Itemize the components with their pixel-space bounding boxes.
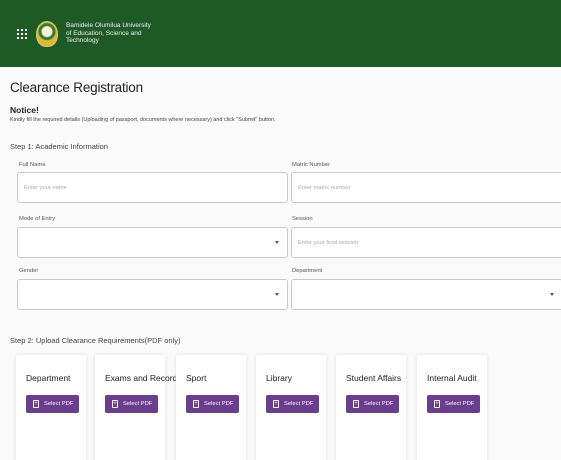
gender-label: Gender bbox=[19, 268, 39, 274]
department-select[interactable] bbox=[291, 279, 561, 310]
chevron-down-icon bbox=[550, 293, 554, 296]
department-label: Department bbox=[292, 268, 323, 274]
select-pdf-label: Select PDF bbox=[204, 401, 234, 407]
matric-number-input[interactable]: Enter matric number bbox=[291, 172, 561, 203]
mode-of-entry-label: Mode of Entry bbox=[19, 216, 56, 222]
card-title: Student Affairs bbox=[346, 373, 402, 383]
upload-card-internal-audit: Internal Audit + Select PDF bbox=[417, 355, 487, 460]
upload-card-exams-and-record: Exams and Record + Select PDF bbox=[95, 355, 177, 460]
card-title: Internal Audit bbox=[427, 373, 477, 383]
upload-card-department: Department + Select PDF bbox=[16, 355, 86, 460]
grid-menu-icon[interactable] bbox=[17, 28, 27, 39]
select-pdf-button[interactable]: + Select PDF bbox=[346, 395, 399, 413]
top-bar: Bamidele Olumilua University of Educatio… bbox=[0, 0, 561, 67]
select-pdf-button[interactable]: + Select PDF bbox=[105, 395, 158, 413]
upload-card-library: Library + Select PDF bbox=[256, 355, 326, 460]
card-title: Exams and Record bbox=[105, 373, 178, 383]
file-plus-icon: + bbox=[33, 400, 39, 408]
file-plus-icon: + bbox=[112, 400, 118, 408]
university-name: Bamidele Olumilua University of Educatio… bbox=[66, 22, 151, 45]
full-name-input[interactable]: Enter your name bbox=[17, 172, 288, 203]
card-title: Sport bbox=[186, 373, 207, 383]
matric-number-label: Matric Number bbox=[292, 162, 331, 168]
step1-title: Step 1: Academic Information bbox=[10, 142, 108, 151]
file-plus-icon: + bbox=[193, 400, 199, 408]
select-pdf-label: Select PDF bbox=[364, 401, 394, 407]
select-pdf-button[interactable]: + Select PDF bbox=[26, 395, 79, 413]
session-label: Session bbox=[292, 216, 313, 222]
university-name-line: of Education, Science and bbox=[66, 29, 142, 37]
card-title: Library bbox=[266, 373, 292, 383]
notice-text: Kindly fill the required details (Upload… bbox=[10, 117, 276, 123]
file-plus-icon: + bbox=[434, 400, 440, 408]
notice-title: Notice! bbox=[10, 105, 39, 115]
session-input[interactable]: Enter your final session bbox=[291, 227, 561, 258]
full-name-label: Full Name bbox=[19, 162, 46, 168]
chevron-down-icon bbox=[275, 241, 279, 244]
select-pdf-label: Select PDF bbox=[445, 401, 475, 407]
select-pdf-button[interactable]: + Select PDF bbox=[186, 395, 239, 413]
select-pdf-button[interactable]: + Select PDF bbox=[266, 395, 319, 413]
upload-card-sport: Sport + Select PDF bbox=[176, 355, 246, 460]
mode-of-entry-select[interactable] bbox=[17, 227, 288, 258]
step2-title: Step 2: Upload Clearance Requirements(PD… bbox=[10, 336, 181, 345]
select-pdf-label: Select PDF bbox=[44, 401, 74, 407]
university-name-line: Technology bbox=[66, 37, 99, 45]
university-name-line: Bamidele Olumilua University bbox=[66, 22, 151, 30]
page-title: Clearance Registration bbox=[10, 80, 143, 95]
chevron-down-icon bbox=[275, 293, 279, 296]
university-logo bbox=[36, 20, 58, 47]
select-pdf-button[interactable]: + Select PDF bbox=[427, 395, 480, 413]
file-plus-icon: + bbox=[353, 400, 359, 408]
select-pdf-label: Select PDF bbox=[123, 401, 153, 407]
gender-select[interactable] bbox=[17, 279, 288, 310]
card-title: Department bbox=[26, 373, 71, 383]
file-plus-icon: + bbox=[273, 400, 279, 408]
upload-card-student-affairs: Student Affairs + Select PDF bbox=[336, 355, 406, 460]
select-pdf-label: Select PDF bbox=[284, 401, 314, 407]
